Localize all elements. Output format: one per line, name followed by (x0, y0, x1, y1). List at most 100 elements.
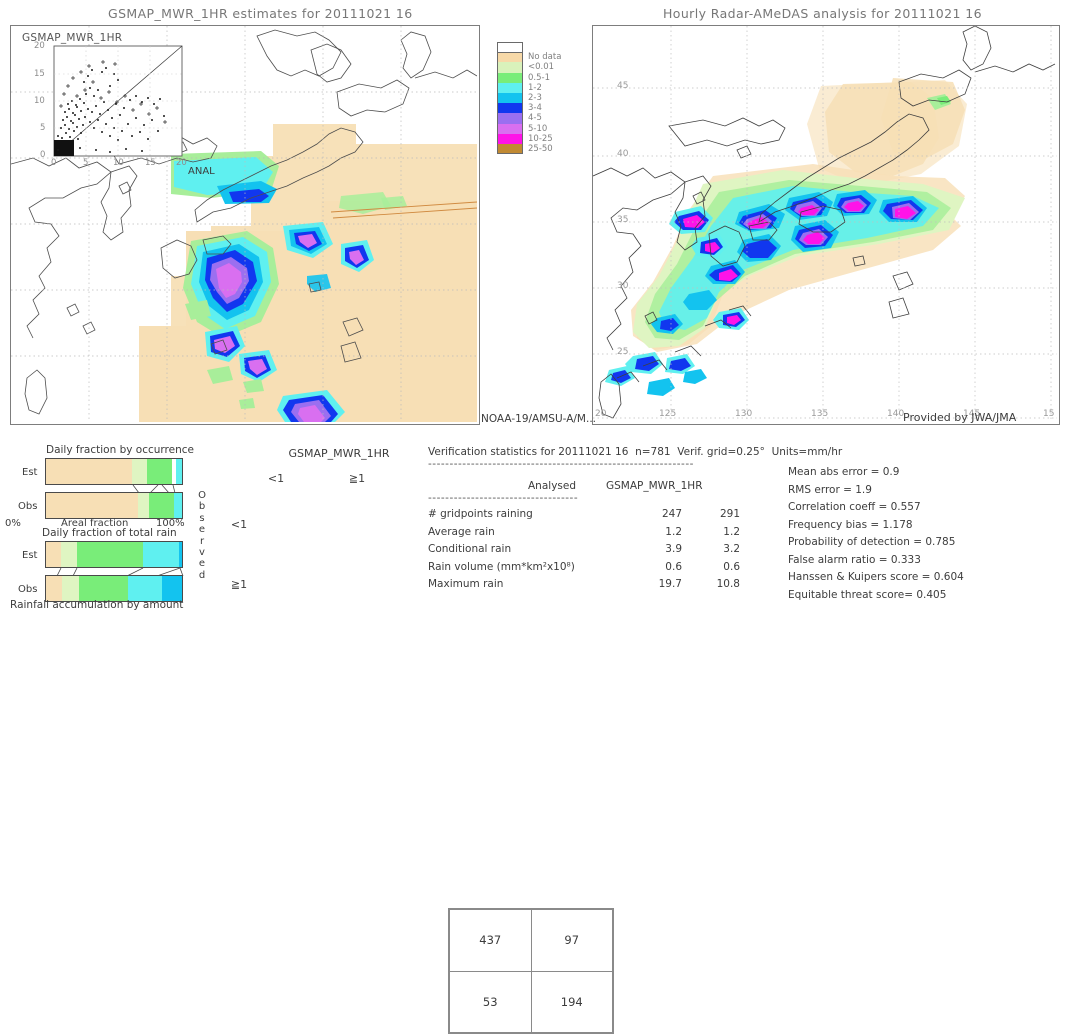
scatter-ytick-0: 0 (40, 150, 46, 160)
fraction-segment-2 (147, 459, 173, 484)
legend-rows-container: No data <0.01 0.5-1 1-2 2-3 3-4 4-5 5-10 10-25 25… (497, 52, 575, 155)
verification-scores-container: Mean abs error = 0.9 RMS error = 1.9 Corre… (788, 466, 1080, 606)
verification-score-4: Probability of detection = 0.785 (788, 536, 956, 548)
fraction-total-obs-label: Obs (18, 584, 38, 595)
legend-swatch-top (497, 42, 523, 53)
legend-swatch-3 (497, 82, 523, 93)
verification-row-name: Average rain (428, 525, 495, 538)
verification-score-5: False alarm ratio = 0.333 (788, 553, 921, 566)
verification-row: # gridpoints raining 247 291 (428, 508, 808, 526)
right-map-lat-35: 35 (617, 215, 629, 225)
scatter-ytick-5: 5 (40, 123, 46, 133)
verification-score-0: Mean abs error = 0.9 (788, 466, 900, 478)
legend-label-0: No data (528, 52, 562, 63)
legend-row-6: 4-5 (497, 113, 575, 124)
right-map-canvas (593, 26, 1057, 422)
verification-row-analysed: 3.9 (665, 543, 682, 555)
legend-label-5: 3-4 (528, 103, 542, 114)
right-map-radar-amedas: 45 40 35 30 25 20 125 130 135 140 145 15 (592, 25, 1060, 425)
verification-header: Verification statistics for 20111021 16 … (428, 446, 843, 458)
fraction-total-est-label: Est (22, 550, 38, 561)
verification-row-model: 0.6 (723, 560, 740, 573)
fraction-segment-3 (173, 493, 182, 518)
right-map-lat-20: 20 (595, 409, 607, 419)
fraction-segment-2 (149, 493, 174, 518)
scatter-xtick-20: 20 (176, 158, 187, 168)
observed-letter: r (199, 535, 205, 547)
scatter-xtick-5: 5 (83, 158, 89, 168)
legend-row-4: 2-3 (497, 92, 575, 104)
cell-ge1-ge1: 194 (530, 970, 613, 1033)
fraction-total-connectors (56, 568, 184, 576)
verification-score-3: Frequency bias = 1.178 (788, 518, 913, 531)
legend-swatch-7 (497, 123, 523, 134)
right-map-lon-125: 125 (659, 409, 677, 419)
legend-row-7: 5-10 (497, 123, 575, 134)
color-legend: No data <0.01 0.5-1 1-2 2-3 3-4 4-5 5-10 10-25 25… (497, 42, 575, 155)
fraction-occ-obs-label: Obs (18, 501, 38, 512)
scatter-ytick-20: 20 (34, 41, 45, 51)
verification-row-analysed: 0.6 (665, 560, 682, 573)
table-row: 437 97 (449, 909, 613, 972)
contingency-table: 437 97 53 194 (448, 908, 614, 1034)
verification-statistics-block: Verification statistics for 20111021 16 … (428, 444, 1080, 612)
right-map-lat-30: 30 (617, 281, 629, 291)
legend-row (497, 42, 575, 53)
fraction-segment-2 (77, 542, 143, 567)
verification-rows-container: # gridpoints raining 247 291 Average rain 1.… (428, 508, 808, 596)
fraction-segment-1 (138, 493, 150, 518)
verification-subrule: ----------------------------------- (428, 492, 579, 504)
table-row: 53 194 (449, 970, 613, 1033)
legend-swatch-0 (497, 52, 523, 63)
verification-row-analysed: 247 (661, 508, 682, 520)
fraction-total-caption: Rainfall accumulation by amount (10, 599, 184, 611)
legend-row-3: 1-2 (497, 82, 575, 93)
verification-row-analysed: 19.7 (658, 578, 682, 590)
contingency-table-block: GSMAP_MWR_1HR <1 ≧1 <1 ≧1 Observed 437 9… (192, 444, 614, 1034)
legend-swatch-8 (497, 133, 523, 144)
fraction-segment-0 (46, 576, 63, 601)
fraction-segment-3 (142, 542, 180, 567)
fraction-by-occurrence-chart: Daily fraction by occurrence Est Obs 0% … (0, 444, 200, 530)
legend-swatch-6 (497, 113, 523, 124)
verification-row-model: 10.8 (716, 578, 740, 590)
verification-row-model: 3.2 (723, 543, 740, 555)
observed-letter: d (198, 569, 206, 581)
legend-label-7: 5-10 (528, 123, 548, 134)
contingency-row-header-lt1: <1 (230, 518, 248, 531)
contingency-observed-axis-label: Observed (195, 490, 209, 581)
legend-label-6: 4-5 (528, 113, 542, 124)
verification-row-model: 1.2 (723, 525, 740, 538)
right-map-lon-140: 140 (887, 409, 905, 419)
observed-letter: e (198, 524, 206, 536)
fraction-segment-4 (161, 576, 182, 601)
fraction-segment-2 (78, 576, 128, 601)
legend-row-8: 10-25 (497, 133, 575, 144)
fraction-occ-est-bar (45, 458, 183, 485)
fraction-segment-3 (127, 576, 162, 601)
fraction-occ-obs-bar (45, 492, 183, 519)
scatter-ytick-15: 15 (34, 69, 45, 79)
observed-letter: b (198, 501, 206, 513)
cell-hit-lt1-lt1: 437 (449, 909, 532, 972)
fraction-total-est-bar (45, 541, 183, 568)
legend-label-4: 2-3 (528, 93, 542, 104)
legend-row-1: <0.01 (497, 62, 575, 73)
right-map-lon-150: 15 (1043, 409, 1055, 419)
verification-rule: ----------------------------------------… (428, 458, 694, 470)
verification-row-name: Conditional rain (428, 543, 512, 555)
verification-row-name: Maximum rain (428, 578, 504, 590)
right-map-lat-25: 25 (617, 347, 629, 357)
verification-score-7: Equitable threat score= 0.405 (788, 588, 947, 601)
fraction-segment-4 (179, 542, 182, 567)
legend-swatch-9 (497, 143, 523, 155)
legend-label-1: <0.01 (528, 62, 555, 73)
scatter-xtick-15: 15 (145, 158, 156, 168)
scatter-inset: GSMAP_MWR_1HR 20 15 10 5 0 0 5 10 15 20 (18, 32, 188, 172)
scatter-xtick-0: 0 (51, 158, 57, 168)
legend-label-9: 25-50 (528, 143, 553, 154)
verification-row-name: Rain volume (mm*km²x10⁸) (428, 560, 575, 573)
verification-row: Rain volume (mm*km²x10⁸) 0.6 0.6 (428, 561, 808, 579)
cell-ge1-lt1: 53 (449, 970, 532, 1033)
gsmap-verification-page: GSMAP_MWR_1HR estimates for 20111021 16 … (0, 0, 1080, 1034)
